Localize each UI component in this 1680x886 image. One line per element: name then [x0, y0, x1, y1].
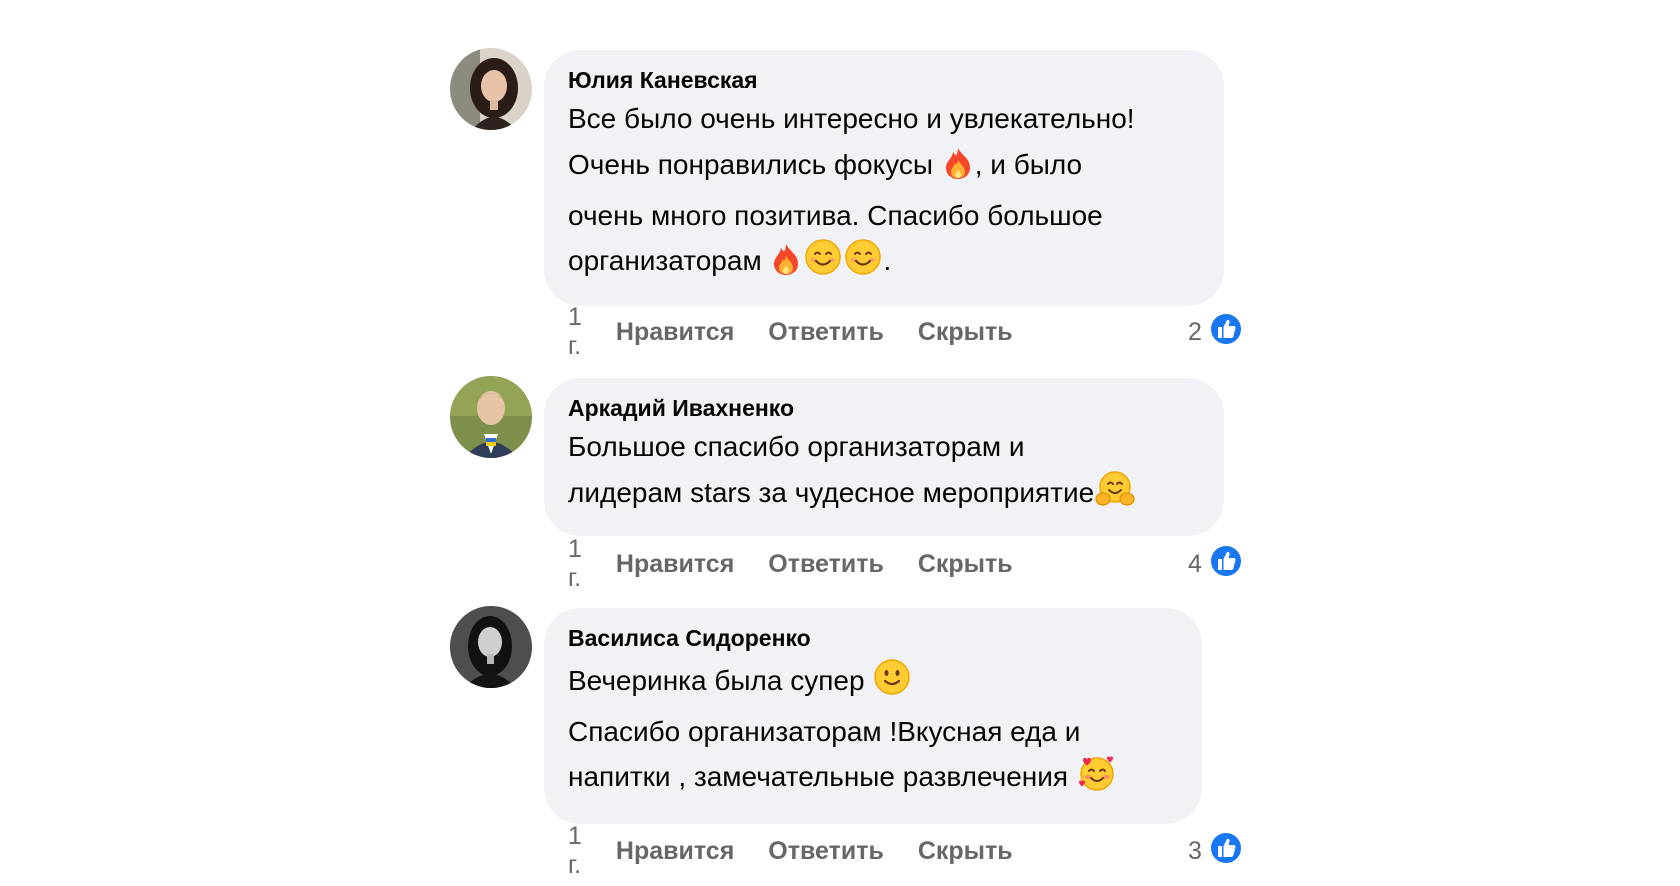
- fire-emoji: [942, 146, 974, 196]
- comment-author[interactable]: Юлия Каневская: [568, 64, 1196, 96]
- like-count[interactable]: 4: [1188, 543, 1244, 586]
- like-count-value: 3: [1188, 836, 1202, 865]
- comment-bubble: Юлия Каневская Все было очень интересно …: [544, 50, 1224, 306]
- hide-button[interactable]: Скрыть: [918, 318, 1013, 347]
- text-fragment: напитки , замечательные развлечения: [568, 761, 1076, 792]
- comment-text-line: Все было очень интересно и увлекательно!: [568, 103, 1135, 134]
- text-fragment: лидерам stars за чудесное мероприятие: [568, 477, 1095, 508]
- like-count-value: 4: [1188, 549, 1202, 578]
- text-fragment: , и было: [974, 149, 1083, 180]
- hide-button[interactable]: Скрыть: [918, 837, 1013, 866]
- comment-actions: 1 г. Нравится Ответить Скрыть: [568, 303, 1047, 360]
- thumbs-up-icon: [1208, 311, 1244, 354]
- fire-emoji: [770, 242, 802, 292]
- hide-button[interactable]: Скрыть: [918, 550, 1013, 579]
- thumbs-up-icon: [1208, 830, 1244, 873]
- text-fragment: Вечеринка была супер: [568, 665, 873, 696]
- text-fragment: Очень понравились фокусы: [568, 149, 941, 180]
- like-count-value: 2: [1188, 317, 1202, 346]
- comment-text-line: Очень понравились фокусы , и было: [568, 140, 1196, 196]
- comment-text-line: Вечеринка была супер: [568, 656, 1174, 712]
- comment-text-line: напитки , замечательные развлечения: [568, 752, 1174, 808]
- comment-text-line: лидерам stars за чудесное мероприятие: [568, 468, 1196, 524]
- hugging-face-emoji: [1095, 470, 1135, 524]
- comment-timestamp[interactable]: 1 г.: [568, 535, 582, 593]
- like-button[interactable]: Нравится: [616, 550, 734, 579]
- avatar[interactable]: [450, 48, 532, 130]
- smiling-face-emoji: [804, 238, 842, 292]
- text-fragment: .: [883, 245, 892, 276]
- comment-text-line: Спасибо организаторам !Вкусная еда и: [568, 716, 1081, 747]
- text-fragment: организаторам: [568, 245, 770, 276]
- comment-actions: 1 г. Нравится Ответить Скрыть: [568, 535, 1047, 592]
- reply-button[interactable]: Ответить: [768, 318, 884, 347]
- reply-button[interactable]: Ответить: [768, 837, 884, 866]
- comment-text-line: очень много позитива. Спасибо большое: [568, 200, 1103, 231]
- smiling-face-with-hearts-emoji: [1077, 754, 1117, 808]
- avatar[interactable]: [450, 606, 532, 688]
- comment-author[interactable]: Аркадий Ивахненко: [568, 392, 1196, 424]
- like-count[interactable]: 2: [1188, 311, 1244, 354]
- comment-text-line: организаторам .: [568, 236, 1196, 292]
- like-count[interactable]: 3: [1188, 830, 1244, 873]
- comment-author[interactable]: Василиса Сидоренко: [568, 622, 1174, 654]
- like-button[interactable]: Нравится: [616, 837, 734, 866]
- comment-timestamp[interactable]: 1 г.: [568, 822, 582, 880]
- avatar[interactable]: [450, 376, 532, 458]
- thumbs-up-icon: [1208, 543, 1244, 586]
- comment-actions: 1 г. Нравится Ответить Скрыть: [568, 822, 1047, 879]
- like-button[interactable]: Нравится: [616, 318, 734, 347]
- comment-bubble: Василиса Сидоренко Вечеринка была супер …: [544, 608, 1202, 824]
- reply-button[interactable]: Ответить: [768, 550, 884, 579]
- slight-smile-emoji: [873, 658, 911, 712]
- smiling-face-emoji: [844, 238, 882, 292]
- comment-bubble: Аркадий Ивахненко Большое спасибо органи…: [544, 378, 1224, 536]
- comment-timestamp[interactable]: 1 г.: [568, 303, 582, 361]
- comment-text-line: Большое спасибо организаторам и: [568, 431, 1025, 462]
